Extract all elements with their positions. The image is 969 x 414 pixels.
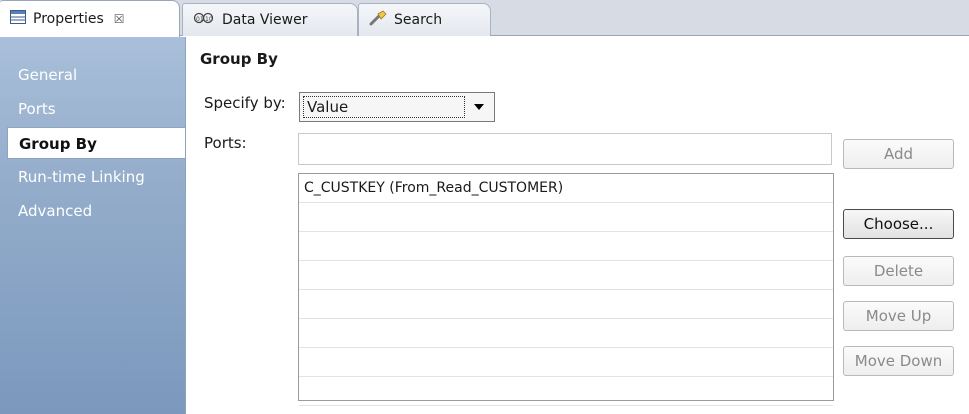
sidebar-item-label: Run-time Linking xyxy=(18,168,145,186)
list-item[interactable]: C_CUSTKEY (From_Read_CUSTOMER) xyxy=(299,174,833,203)
view-tab-bar: Properties ☒ 01 10 Data Viewer Search xyxy=(0,0,969,37)
sidebar-item-label: Advanced xyxy=(18,202,93,220)
list-item[interactable] xyxy=(299,261,833,290)
ports-label: Ports: xyxy=(204,134,247,152)
sidebar-item-general[interactable]: General xyxy=(7,59,185,91)
list-item[interactable] xyxy=(299,348,833,377)
sidebar-item-label: General xyxy=(18,66,78,84)
properties-table-icon xyxy=(10,10,26,28)
search-flashlight-icon xyxy=(369,10,387,30)
properties-sidebar: General Ports Group By Run-time Linking … xyxy=(0,37,186,414)
tab-data-viewer-label: Data Viewer xyxy=(222,12,308,28)
close-icon[interactable]: ☒ xyxy=(114,12,125,26)
tab-properties-label: Properties xyxy=(33,11,104,27)
sidebar-item-label: Group By xyxy=(19,135,97,153)
specify-by-value: Value xyxy=(303,96,465,118)
tab-search[interactable]: Search xyxy=(358,3,491,36)
ports-input[interactable] xyxy=(298,133,832,165)
svg-text:01: 01 xyxy=(196,16,204,23)
list-item[interactable] xyxy=(299,203,833,232)
dropdown-arrow-icon[interactable] xyxy=(474,104,484,110)
sidebar-item-group-by[interactable]: Group By xyxy=(7,127,185,159)
sidebar-item-label: Ports xyxy=(18,100,56,118)
data-viewer-icon: 01 10 xyxy=(193,11,215,29)
section-title: Group By xyxy=(200,50,278,68)
sidebar-item-ports[interactable]: Ports xyxy=(7,93,185,125)
svg-text:10: 10 xyxy=(205,16,213,23)
tab-properties[interactable]: Properties ☒ xyxy=(0,0,180,37)
list-item[interactable] xyxy=(299,232,833,261)
group-by-ports-list[interactable]: C_CUSTKEY (From_Read_CUSTOMER) xyxy=(298,173,834,406)
tab-search-label: Search xyxy=(394,12,443,28)
list-item[interactable] xyxy=(299,377,833,406)
add-button[interactable]: Add xyxy=(843,139,954,169)
list-item[interactable] xyxy=(299,319,833,348)
specify-by-dropdown[interactable]: Value xyxy=(299,92,495,122)
specify-by-label: Specify by: xyxy=(204,94,286,112)
delete-button[interactable]: Delete xyxy=(843,256,954,286)
choose-button[interactable]: Choose... xyxy=(843,209,954,239)
tab-data-viewer[interactable]: 01 10 Data Viewer xyxy=(182,3,358,36)
move-up-button[interactable]: Move Up xyxy=(843,301,954,331)
move-down-button[interactable]: Move Down xyxy=(843,346,954,376)
list-item[interactable] xyxy=(299,290,833,319)
sidebar-item-run-time-linking[interactable]: Run-time Linking xyxy=(7,161,185,193)
sidebar-item-advanced[interactable]: Advanced xyxy=(7,195,185,227)
